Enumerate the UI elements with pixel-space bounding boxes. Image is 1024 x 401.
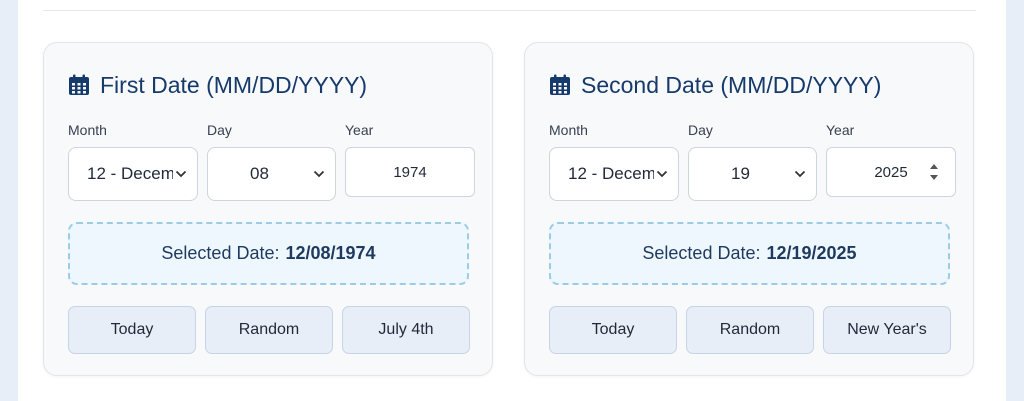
top-divider (43, 10, 976, 11)
first-year-value: 1974 (393, 163, 427, 181)
second-today-button[interactable]: Today (549, 306, 677, 354)
first-day-value: 08 (250, 164, 269, 183)
first-month-select[interactable]: 12 - December (68, 147, 198, 201)
month-label: Month (549, 122, 588, 138)
first-year-input[interactable]: 1974 (345, 147, 475, 197)
first-date-title: First Date (MM/DD/YYYY) (68, 69, 367, 101)
second-date-title-text: Second Date (MM/DD/YYYY) (581, 71, 882, 98)
second-year-input[interactable]: 2025 (826, 147, 956, 197)
day-label: Day (688, 122, 713, 138)
first-date-card: First Date (MM/DD/YYYY) Month Day Year 1… (43, 42, 493, 376)
first-selected-date-box: Selected Date: 12/08/1974 (68, 222, 469, 285)
second-year-value: 2025 (874, 163, 908, 181)
first-july-4th-button[interactable]: July 4th (342, 306, 470, 354)
second-day-select[interactable]: 19 (688, 147, 817, 201)
second-selected-date-box: Selected Date: 12/19/2025 (549, 222, 950, 285)
selected-date-label: Selected Date: (161, 243, 280, 263)
chevron-down-icon (173, 170, 189, 178)
second-new-years-button[interactable]: New Year's (823, 306, 951, 354)
chevron-down-icon (311, 170, 327, 178)
second-date-title: Second Date (MM/DD/YYYY) (549, 69, 881, 101)
calendar-icon (68, 74, 90, 96)
first-month-value: 12 - December (87, 164, 173, 183)
first-today-button[interactable]: Today (68, 306, 196, 354)
second-month-value: 12 - December (568, 164, 654, 183)
selected-date-label: Selected Date: (642, 243, 761, 263)
second-random-button[interactable]: Random (686, 306, 814, 354)
second-month-select[interactable]: 12 - December (549, 147, 679, 201)
first-day-select[interactable]: 08 (207, 147, 336, 201)
chevron-down-icon (792, 170, 808, 178)
month-label: Month (68, 122, 107, 138)
year-label: Year (826, 122, 855, 138)
spinner-arrows-icon[interactable] (929, 162, 939, 186)
selected-date-value: 12/08/1974 (285, 243, 376, 263)
chevron-down-icon (654, 170, 670, 178)
year-label: Year (345, 122, 374, 138)
page: First Date (MM/DD/YYYY) Month Day Year 1… (18, 0, 1006, 401)
first-random-button[interactable]: Random (205, 306, 333, 354)
calendar-icon (549, 74, 571, 96)
day-label: Day (207, 122, 232, 138)
second-day-value: 19 (731, 164, 750, 183)
selected-date-value: 12/19/2025 (766, 243, 857, 263)
first-date-title-text: First Date (MM/DD/YYYY) (100, 71, 368, 98)
second-date-card: Second Date (MM/DD/YYYY) Month Day Year … (524, 42, 974, 376)
